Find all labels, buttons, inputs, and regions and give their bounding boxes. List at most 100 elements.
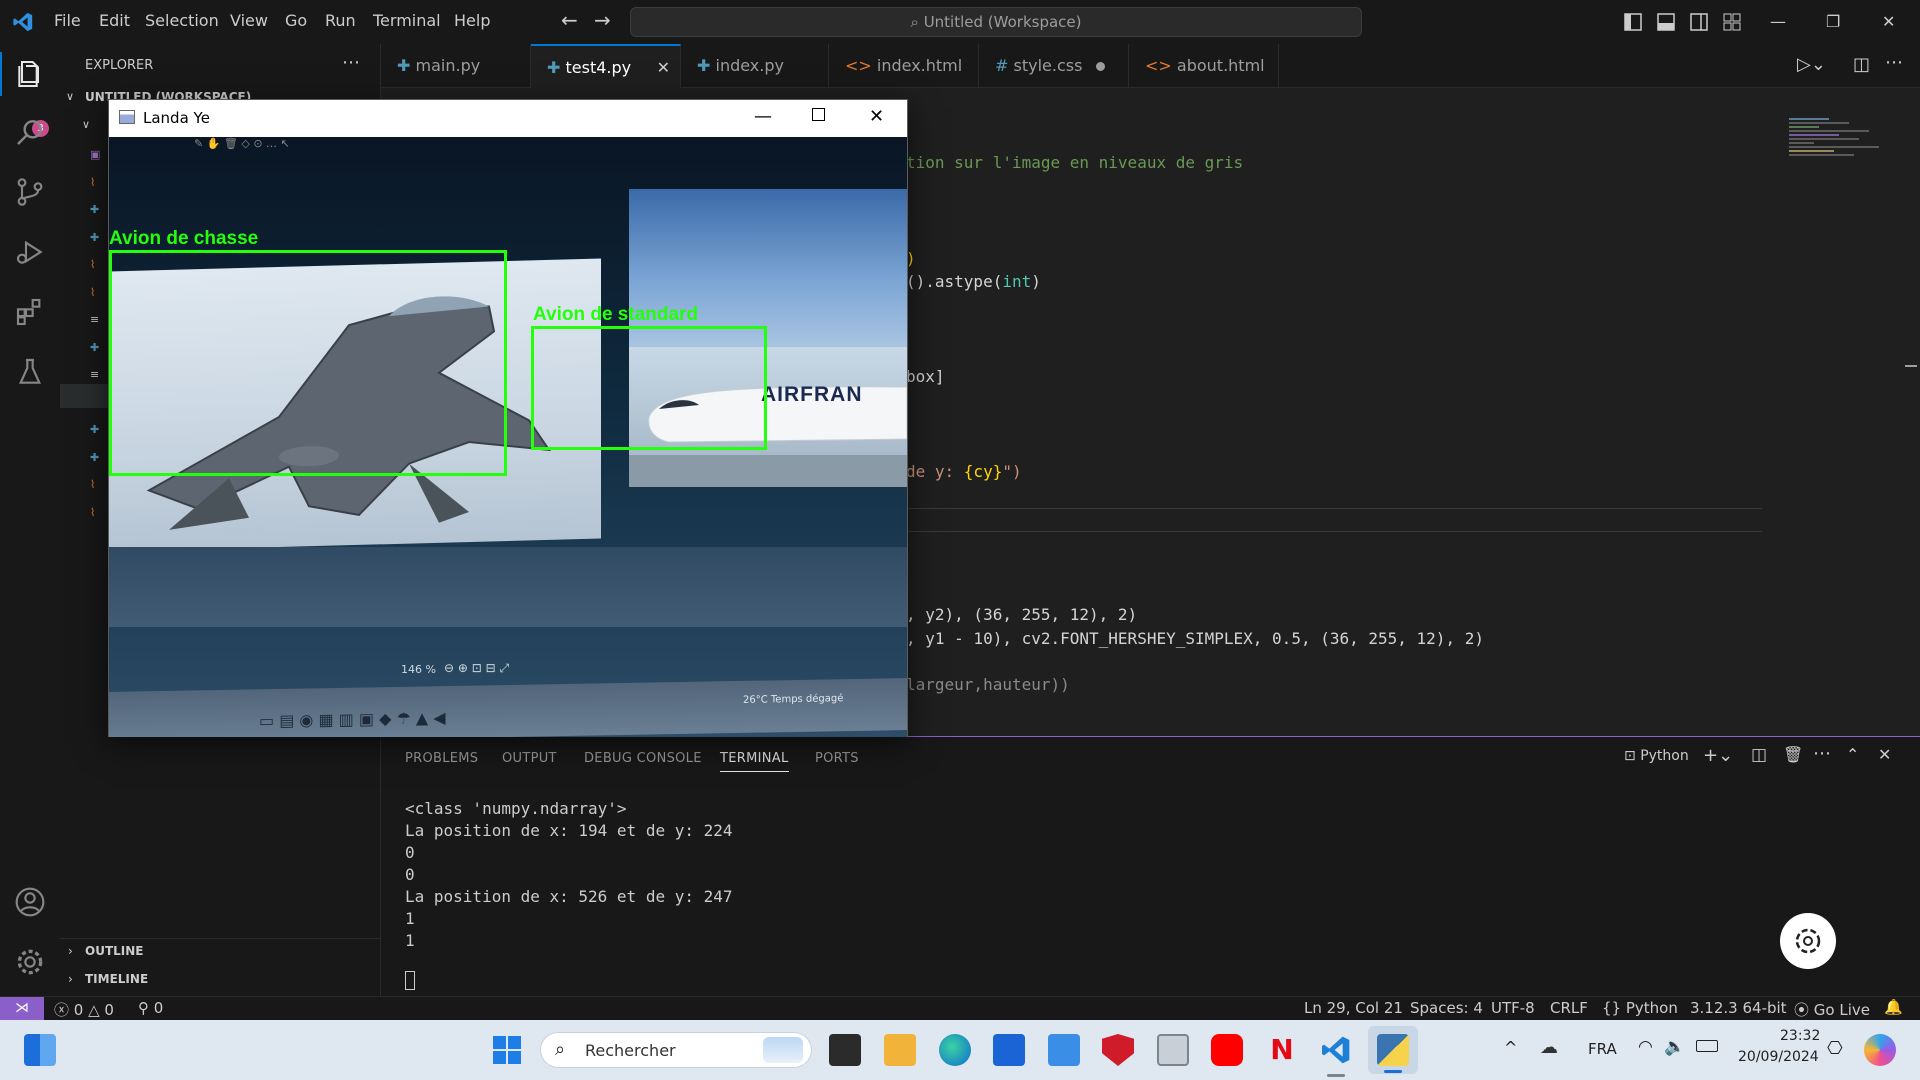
tab-close-icon[interactable]: ✕ (657, 46, 670, 90)
notification-center-icon[interactable]: ⎔ (1827, 1038, 1843, 1059)
search-icon[interactable] (14, 116, 46, 148)
forward-arrow-icon[interactable]: → (594, 8, 611, 32)
popup-maximize-icon[interactable] (812, 108, 825, 121)
microsoft-store-icon[interactable] (993, 1034, 1025, 1066)
copilot-icon[interactable] (1864, 1034, 1896, 1066)
tab-style-css[interactable]: # style.css (979, 44, 1129, 88)
tab-main-py[interactable]: ✚ main.py (381, 44, 531, 88)
python-file-icon[interactable]: ✚ (90, 451, 99, 464)
youtube-icon[interactable] (1211, 1034, 1243, 1066)
go-live-button[interactable]: ⦿ Go Live (1794, 999, 1870, 1020)
python-file-icon[interactable]: ✚ (90, 423, 99, 436)
restore-icon[interactable]: ❐ (1826, 12, 1840, 31)
explorer-icon[interactable] (14, 58, 46, 90)
python-file-icon[interactable]: ✚ (90, 341, 99, 354)
battery-icon[interactable] (1696, 1040, 1718, 1052)
rss-file-icon[interactable]: ⌇ (90, 176, 95, 189)
testing-flask-icon[interactable] (14, 356, 46, 388)
widgets-icon[interactable] (24, 1034, 56, 1066)
popup-minimize-icon[interactable]: — (754, 106, 772, 127)
tab-problems[interactable]: PROBLEMS (405, 751, 478, 766)
editor-more-actions-icon[interactable]: ⋯ (1885, 52, 1903, 73)
notifications-bell-icon[interactable]: 🔔 (1884, 998, 1903, 1016)
edge-browser-icon[interactable] (939, 1034, 971, 1066)
close-icon[interactable]: ✕ (1882, 12, 1895, 31)
tab-about-html[interactable]: <> about.html (1129, 44, 1279, 115)
back-arrow-icon[interactable]: ← (561, 8, 578, 32)
toggle-panel-icon[interactable] (1657, 13, 1675, 31)
menu-terminal[interactable]: Terminal (373, 11, 441, 30)
tab-output[interactable]: OUTPUT (502, 751, 557, 766)
clock-time[interactable]: 23:32 (1780, 1028, 1820, 1044)
taskbar-search[interactable]: ⌕ Rechercher (540, 1032, 812, 1068)
terminal-shell-selector[interactable]: ⊡ Python (1624, 748, 1689, 764)
menu-help[interactable]: Help (454, 11, 490, 30)
folder-chevron-icon[interactable]: ∨ (82, 118, 90, 131)
python-file-icon[interactable]: ✚ (90, 231, 99, 244)
more-actions-icon[interactable]: ⋯ (342, 52, 360, 73)
windows-start-icon[interactable] (491, 1034, 523, 1066)
myhp-icon[interactable] (1048, 1034, 1080, 1066)
modified-dot-icon[interactable] (1096, 62, 1106, 71)
run-python-file-icon[interactable]: ▷⌄ (1797, 54, 1826, 75)
new-terminal-icon[interactable]: +⌄ (1703, 745, 1733, 766)
tab-terminal[interactable]: TERMINAL (720, 751, 789, 772)
rss-file-icon[interactable]: ⌇ (90, 258, 95, 271)
extensions-icon[interactable] (14, 296, 46, 328)
timeline-section[interactable]: TIMELINE (85, 972, 148, 986)
toggle-secondary-sidebar-icon[interactable] (1690, 13, 1708, 31)
outline-section[interactable]: OUTLINE (85, 944, 143, 958)
python-interpreter[interactable]: 3.12.3 64-bit (1690, 999, 1787, 1017)
outline-chevron-icon[interactable]: › (68, 944, 73, 958)
toggle-primary-sidebar-icon[interactable] (1624, 13, 1642, 31)
onedrive-info-icon[interactable]: ☁ (1540, 1037, 1558, 1058)
encoding[interactable]: UTF-8 (1491, 999, 1535, 1017)
rss-file-icon[interactable]: ⌇ (90, 506, 95, 519)
kill-terminal-icon[interactable]: 🗑 (1783, 745, 1803, 764)
task-view-icon[interactable] (829, 1034, 861, 1066)
cursor-position[interactable]: Ln 29, Col 21 (1304, 999, 1403, 1017)
line-ending[interactable]: CRLF (1550, 999, 1588, 1017)
language-mode[interactable]: {} Python (1602, 999, 1678, 1017)
tab-index-html[interactable]: <> index.html (829, 44, 979, 115)
text-file-icon[interactable]: ≡ (90, 313, 99, 326)
netflix-icon[interactable]: N (1266, 1034, 1298, 1066)
text-file-icon[interactable]: ≡ (90, 368, 99, 381)
source-control-icon[interactable] (14, 176, 46, 208)
file-explorer-icon[interactable] (884, 1034, 916, 1066)
split-editor-icon[interactable]: ◫ (1853, 54, 1870, 75)
timeline-chevron-icon[interactable]: › (68, 972, 73, 986)
tab-debug-console[interactable]: DEBUG CONSOLE (584, 751, 702, 766)
menu-go[interactable]: Go (285, 11, 307, 30)
image-file-icon[interactable]: ▣ (90, 148, 100, 161)
panel-more-actions-icon[interactable]: ⋯ (1813, 743, 1831, 764)
clock-date[interactable]: 20/09/2024 (1738, 1049, 1819, 1065)
split-terminal-icon[interactable]: ◫ (1751, 745, 1767, 765)
menu-edit[interactable]: Edit (99, 11, 130, 30)
minimap[interactable] (1789, 116, 1899, 206)
python-file-icon[interactable]: ✚ (90, 203, 99, 216)
minimize-icon[interactable]: — (1770, 12, 1786, 31)
maximize-panel-icon[interactable]: ⌃ (1846, 745, 1859, 764)
ports-status[interactable]: ⚲ 0 (138, 999, 163, 1017)
command-center-search[interactable]: ⌕ Untitled (Workspace) (630, 7, 1362, 37)
terminal-cursor[interactable] (405, 971, 415, 990)
hp-smart-icon[interactable] (1157, 1034, 1189, 1066)
wifi-icon[interactable]: ◠ (1638, 1037, 1653, 1057)
settings-gear-icon[interactable] (14, 946, 46, 978)
copilot-fab[interactable] (1780, 913, 1836, 969)
menu-run[interactable]: Run (325, 11, 356, 30)
tab-index-py[interactable]: ✚ index.py (681, 44, 829, 88)
show-hidden-icons-icon[interactable]: ^ (1504, 1038, 1517, 1057)
popup-close-icon[interactable]: ✕ (869, 106, 884, 127)
active-app-highlight[interactable] (1368, 1026, 1418, 1074)
chevron-down-icon[interactable]: ∨ (66, 90, 74, 103)
run-debug-icon[interactable] (14, 236, 46, 268)
input-language[interactable]: FRA (1588, 1040, 1617, 1058)
accounts-icon[interactable] (14, 886, 46, 918)
menu-file[interactable]: File (54, 11, 81, 30)
close-panel-icon[interactable]: ✕ (1878, 745, 1891, 764)
menu-selection[interactable]: Selection (145, 11, 219, 30)
rss-file-icon[interactable]: ⌇ (90, 286, 95, 299)
indentation[interactable]: Spaces: 4 (1410, 999, 1483, 1017)
